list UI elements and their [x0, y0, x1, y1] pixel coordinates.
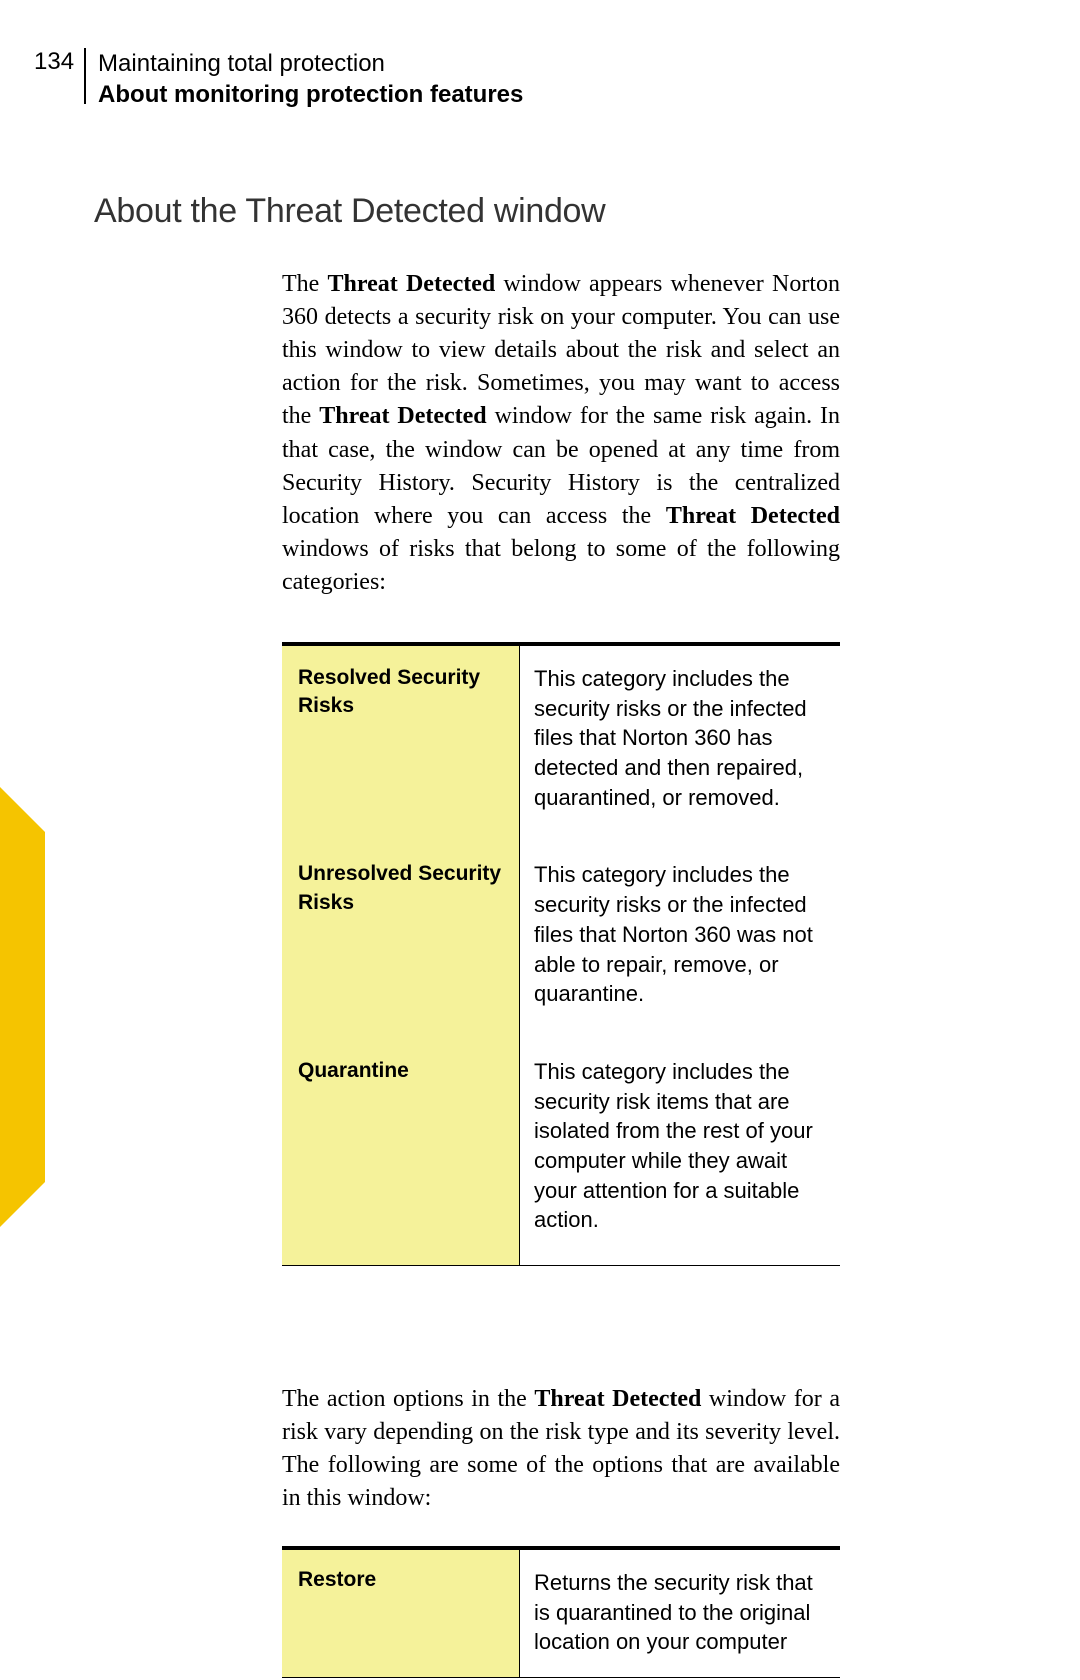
- category-desc-unresolved: This category includes the security risk…: [520, 842, 840, 1038]
- category-desc-resolved: This category includes the security risk…: [520, 646, 840, 842]
- header-chapter: Maintaining total protection: [98, 48, 523, 79]
- category-desc-quarantine: This category includes the security risk…: [520, 1039, 840, 1265]
- category-label-unresolved: Unresolved Security Risks: [282, 842, 520, 1038]
- table-row: Unresolved Security Risks This category …: [282, 842, 840, 1038]
- category-label-quarantine: Quarantine: [282, 1039, 520, 1265]
- options-table: Restore Returns the security risk that i…: [282, 1546, 840, 1678]
- para1-bold2: Threat Detected: [319, 403, 486, 429]
- category-label-resolved: Resolved Security Risks: [282, 646, 520, 842]
- header-divider: [84, 48, 86, 104]
- page-side-tab: [0, 832, 45, 1182]
- para1-text4: windows of risks that belong to some of …: [282, 536, 840, 595]
- page-header: 134 Maintaining total protection About m…: [34, 48, 523, 110]
- table-row: Quarantine This category includes the se…: [282, 1039, 840, 1265]
- intro-paragraph: The Threat Detected window appears whene…: [282, 268, 840, 599]
- para2-text1: The action options in the: [282, 1386, 534, 1412]
- header-text-block: Maintaining total protection About monit…: [98, 48, 523, 110]
- para1-bold3: Threat Detected: [666, 503, 840, 529]
- para2-bold1: Threat Detected: [534, 1386, 701, 1412]
- header-section: About monitoring protection features: [98, 79, 523, 110]
- para1-bold1: Threat Detected: [328, 271, 496, 297]
- table-row: Restore Returns the security risk that i…: [282, 1550, 840, 1677]
- section-heading: About the Threat Detected window: [94, 192, 605, 231]
- page-number: 134: [34, 48, 84, 76]
- option-label-restore: Restore: [282, 1550, 520, 1677]
- table-row: Resolved Security Risks This category in…: [282, 646, 840, 842]
- para1-text1: The: [282, 271, 328, 297]
- categories-table: Resolved Security Risks This category in…: [282, 642, 840, 1266]
- options-intro-paragraph: The action options in the Threat Detecte…: [282, 1383, 840, 1515]
- option-desc-restore: Returns the security risk that is quaran…: [520, 1550, 840, 1677]
